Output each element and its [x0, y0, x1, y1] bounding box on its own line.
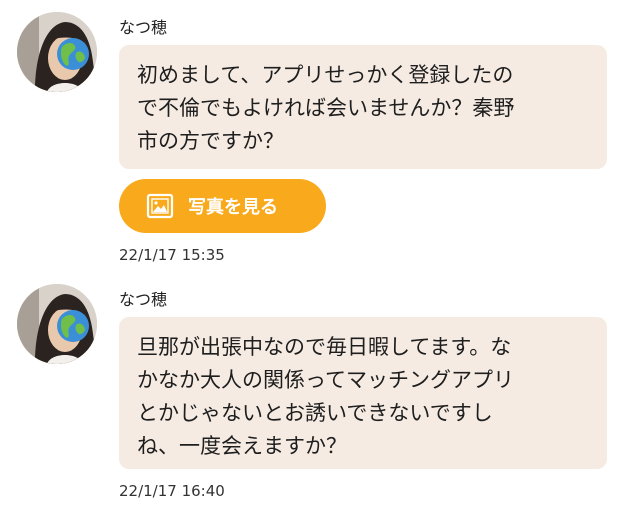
message-timestamp: 22/1/17 15:35 — [119, 246, 225, 264]
message-line: で不倫でもよければ会いませんか？秦野 — [137, 96, 515, 120]
message-bubble: 初めまして、アプリせっかく登録したの で不倫でもよければ会いませんか？秦野 市の… — [119, 45, 607, 169]
globe-sticker-icon — [57, 310, 89, 342]
globe-sticker-icon — [57, 38, 89, 70]
sender-avatar[interactable] — [17, 284, 97, 364]
message-line: 旦那が出張中なので毎日暇してます。な — [137, 335, 512, 359]
avatar-image — [17, 12, 97, 92]
view-photo-label: 写真を見る — [188, 197, 278, 218]
sender-name: なつ穂 — [119, 290, 168, 309]
view-photo-button[interactable]: 写真を見る — [119, 179, 326, 233]
message-line: とかじゃないとお誘いできないですし — [137, 401, 493, 425]
message-timestamp: 22/1/17 16:40 — [119, 482, 225, 500]
message-line: かなか大人の関係ってマッチングアプリ — [137, 368, 514, 392]
message-line: 市の方ですか？ — [137, 129, 284, 153]
message-line: 初めまして、アプリせっかく登録したの — [137, 63, 514, 87]
message-line: ね、一度会えますか？ — [137, 434, 347, 458]
sender-name: なつ穂 — [119, 18, 168, 37]
avatar-image — [17, 284, 97, 364]
message-bubble: 旦那が出張中なので毎日暇してます。な かなか大人の関係ってマッチングアプリ とか… — [119, 317, 607, 469]
sender-avatar[interactable] — [17, 12, 97, 92]
image-icon — [146, 193, 174, 219]
